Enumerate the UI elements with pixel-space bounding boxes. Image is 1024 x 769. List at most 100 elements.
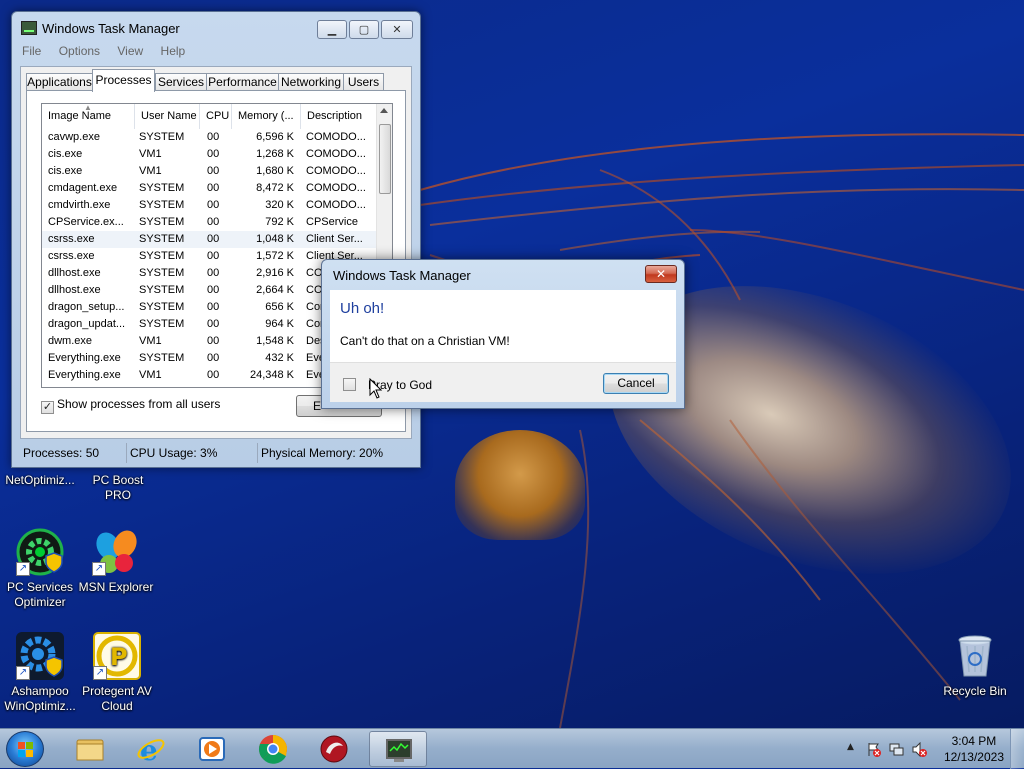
- taskbar-chrome[interactable]: [244, 731, 302, 767]
- cell-user-name: SYSTEM: [139, 182, 185, 194]
- desktop-icon-label: Protegent AV Cloud: [82, 684, 152, 713]
- system-clock[interactable]: 3:04 PM 12/13/2023: [944, 733, 1004, 765]
- desktop-icon-pc-boost-pro[interactable]: PC Boost PRO: [78, 473, 158, 503]
- cell-memory: 2,664 K: [256, 284, 294, 296]
- protegent-p-icon: P ↗: [93, 632, 141, 680]
- cell-memory: 24,348 K: [249, 369, 294, 381]
- desktop-icon-msn-explorer[interactable]: ↗ MSN Explorer: [76, 528, 156, 595]
- table-row[interactable]: csrss.exe SYSTEM 00 1,048 K Client Ser...: [42, 231, 378, 248]
- cell-description: COMODO...: [306, 165, 366, 177]
- tab-services[interactable]: Services: [155, 73, 207, 91]
- internet-explorer-icon: e: [137, 734, 165, 764]
- table-row[interactable]: cmdagent.exe SYSTEM 00 8,472 K COMODO...: [42, 180, 378, 197]
- menu-help[interactable]: Help: [155, 42, 194, 58]
- cell-image-name: dllhost.exe: [48, 284, 101, 296]
- taskbar-task-manager[interactable]: [369, 731, 427, 767]
- mouse-cursor-icon: [369, 378, 383, 399]
- taskbar-comodo[interactable]: [305, 731, 363, 767]
- cell-cpu: 00: [207, 318, 220, 330]
- cell-cpu: 00: [207, 250, 220, 262]
- table-row[interactable]: cmdvirth.exe SYSTEM 00 320 K COMODO...: [42, 197, 378, 214]
- status-processes: Processes: 50: [20, 443, 127, 463]
- menu-bar: File Options View Help: [12, 42, 420, 62]
- shortcut-arrow-icon: ↗: [16, 562, 30, 576]
- cell-description: COMODO...: [306, 199, 366, 211]
- shortcut-arrow-icon: ↗: [93, 666, 107, 680]
- taskbar-internet-explorer[interactable]: e: [122, 731, 180, 767]
- table-row[interactable]: CPService.ex... SYSTEM 00 792 K CPService: [42, 214, 378, 231]
- desktop-icon-recycle-bin[interactable]: Recycle Bin: [935, 632, 1015, 699]
- cell-image-name: csrss.exe: [48, 233, 95, 245]
- column-header-cpu[interactable]: CPU: [200, 104, 232, 129]
- cell-user-name: VM1: [139, 148, 162, 160]
- desktop-icon-label: Ashampoo WinOptimiz...: [4, 684, 76, 713]
- cell-cpu: 00: [207, 131, 220, 143]
- table-row[interactable]: cavwp.exe SYSTEM 00 6,596 K COMODO...: [42, 129, 378, 146]
- action-center-flag-icon[interactable]: [866, 742, 881, 757]
- scroll-thumb[interactable]: [379, 124, 391, 194]
- pray-checkbox[interactable]: Pray to God: [343, 378, 432, 392]
- shortcut-arrow-icon: ↗: [92, 562, 106, 576]
- desktop-icon-netoptimizer[interactable]: NetOptimiz...: [0, 473, 80, 488]
- show-all-users-checkbox[interactable]: ✓ Show processes from all users: [41, 397, 220, 414]
- tab-applications[interactable]: Applications: [26, 73, 93, 91]
- minimize-button[interactable]: ▁: [317, 20, 347, 39]
- recycle-bin-icon: [951, 632, 999, 680]
- cell-memory: 1,572 K: [256, 250, 294, 262]
- menu-view[interactable]: View: [111, 42, 151, 58]
- desktop-icon-protegent-av-cloud[interactable]: P ↗ Protegent AV Cloud: [77, 632, 157, 714]
- column-header-memory[interactable]: Memory (...: [232, 104, 301, 129]
- tab-networking[interactable]: Networking: [278, 73, 344, 91]
- dialog-close-button[interactable]: ✕: [645, 265, 677, 283]
- desktop-icon-pc-services-optimizer[interactable]: ↗ PC Services Optimizer: [0, 528, 80, 610]
- task-manager-titlebar[interactable]: Windows Task Manager ▁ ▢ ✕: [12, 12, 420, 42]
- maximize-button[interactable]: ▢: [349, 20, 379, 39]
- cell-cpu: 00: [207, 216, 220, 228]
- taskbar-media-player[interactable]: [183, 731, 241, 767]
- volume-muted-icon[interactable]: [912, 742, 927, 757]
- gear-shield-blue-icon: ↗: [16, 632, 64, 680]
- cell-description: COMODO...: [306, 182, 366, 194]
- column-header-user-name[interactable]: User Name: [135, 104, 200, 129]
- show-hidden-icons-button[interactable]: ▲: [847, 742, 854, 752]
- network-icon[interactable]: [889, 742, 904, 757]
- scroll-up-arrow-icon[interactable]: [380, 108, 388, 113]
- desktop-icon-ashampoo-winoptimizer[interactable]: ↗ Ashampoo WinOptimiz...: [0, 632, 80, 714]
- table-row[interactable]: cis.exe VM1 00 1,268 K COMODO...: [42, 146, 378, 163]
- close-button[interactable]: ✕: [381, 20, 413, 39]
- cell-user-name: SYSTEM: [139, 318, 185, 330]
- table-row[interactable]: cis.exe VM1 00 1,680 K COMODO...: [42, 163, 378, 180]
- checkbox-icon[interactable]: ✓: [41, 401, 54, 414]
- show-all-users-label: Show processes from all users: [57, 397, 221, 411]
- cell-cpu: 00: [207, 233, 220, 245]
- tab-users[interactable]: Users: [343, 73, 384, 91]
- cell-user-name: VM1: [139, 165, 162, 177]
- cell-memory: 8,472 K: [256, 182, 294, 194]
- menu-options[interactable]: Options: [53, 42, 108, 58]
- start-button[interactable]: [6, 731, 44, 767]
- windows-logo-icon: [18, 742, 33, 757]
- msn-butterfly-icon: ↗: [92, 528, 140, 576]
- cancel-button[interactable]: Cancel: [603, 373, 669, 394]
- checkbox-icon[interactable]: [343, 378, 356, 391]
- desktop-icon-label: PC Services Optimizer: [6, 580, 74, 609]
- cell-cpu: 00: [207, 369, 220, 381]
- cell-image-name: dllhost.exe: [48, 267, 101, 279]
- tab-performance[interactable]: Performance: [206, 73, 279, 91]
- close-icon: ✕: [655, 267, 667, 281]
- column-header-image-name[interactable]: Image Name ▲: [42, 104, 135, 129]
- cell-memory: 6,596 K: [256, 131, 294, 143]
- cell-description: Client Ser...: [306, 233, 363, 245]
- cell-description: COMODO...: [306, 131, 366, 143]
- show-desktop-button[interactable]: [1010, 729, 1024, 769]
- taskbar-explorer[interactable]: [61, 731, 119, 767]
- dialog-message: Can't do that on a Christian VM!: [340, 334, 510, 348]
- desktop-icon-label: Recycle Bin: [943, 684, 1007, 698]
- menu-file[interactable]: File: [16, 42, 49, 58]
- cell-cpu: 00: [207, 284, 220, 296]
- end-process-label: E: [313, 399, 322, 413]
- column-header-description[interactable]: Description: [301, 104, 378, 129]
- desktop-icon-label: MSN Explorer: [78, 580, 154, 594]
- tab-processes[interactable]: Processes: [92, 69, 155, 92]
- cell-user-name: SYSTEM: [139, 301, 185, 313]
